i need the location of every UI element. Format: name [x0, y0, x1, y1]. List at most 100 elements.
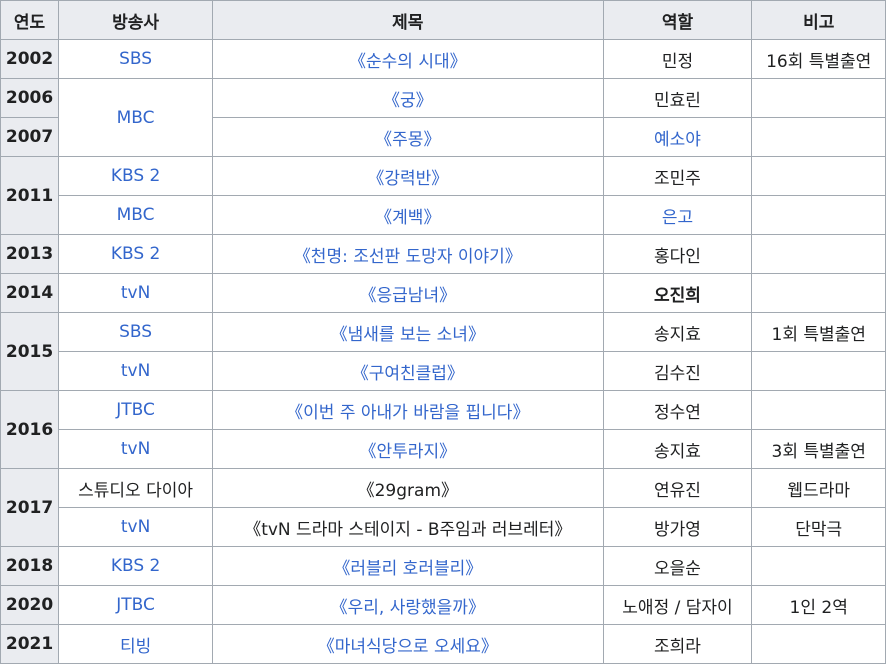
- note-cell: 3회 특별출연: [751, 429, 886, 469]
- title-link[interactable]: 《계백》: [375, 208, 440, 228]
- title-link[interactable]: 《러블리 호러블리》: [333, 559, 482, 579]
- title-link[interactable]: 《강력반》: [367, 169, 448, 189]
- title-cell: 《마녀식당으로 오세요》: [212, 624, 604, 664]
- title-link[interactable]: 《마녀식당으로 오세요》: [318, 637, 498, 657]
- table-row: 2006 MBC 《궁》 민효린: [0, 78, 886, 157]
- role-cell: 조희라: [602, 624, 753, 664]
- note-cell: [751, 234, 886, 274]
- title-cell: 《러블리 호러블리》: [212, 546, 604, 586]
- broadcaster-link[interactable]: KBS 2: [111, 166, 161, 186]
- table-row: 2013 KBS 2 《천명: 조선판 도망자 이야기》 홍다인: [0, 234, 886, 274]
- year-cell: 2014: [0, 273, 60, 313]
- note-cell: 웹드라마: [751, 468, 886, 508]
- broadcaster-link[interactable]: MBC: [117, 108, 155, 128]
- table-row: tvN 《tvN 드라마 스테이지 - B주임과 러브레터》 방가영 단막극: [1, 507, 886, 547]
- title-cell: 《냄새를 보는 소녀》: [212, 312, 604, 352]
- note-cell: [751, 351, 886, 391]
- title-link[interactable]: 《구여친클럽》: [352, 364, 464, 384]
- table-row: tvN 《구여친클럽》 김수진: [1, 351, 886, 391]
- broadcaster-link[interactable]: SBS: [119, 322, 152, 342]
- title-link[interactable]: 《순수의 시대》: [349, 52, 467, 72]
- title-link[interactable]: 《냄새를 보는 소녀》: [331, 325, 485, 345]
- note-cell: 16회 특별출연: [751, 39, 886, 79]
- note-cell: [751, 78, 886, 118]
- title-cell: 《천명: 조선판 도망자 이야기》: [212, 234, 604, 274]
- broadcaster-cell: JTBC: [58, 585, 214, 625]
- broadcaster-cell: 스튜디오 다이아: [58, 468, 214, 508]
- role-cell: 송지효: [602, 429, 753, 469]
- table-row: MBC 《계백》 은고: [1, 195, 886, 235]
- year-cell: 2011: [0, 156, 60, 235]
- year-cell: 2016: [0, 390, 60, 469]
- table-row: 2002 SBS 《순수의 시대》 민정 16회 특별출연: [0, 39, 886, 79]
- broadcaster-link[interactable]: 티빙: [120, 637, 151, 657]
- note-cell: 단막극: [751, 507, 886, 547]
- table-row: 2021 티빙 《마녀식당으로 오세요》 조희라: [0, 624, 886, 664]
- note-cell: [751, 624, 886, 664]
- title-cell: 《우리, 사랑했을까》: [212, 585, 604, 625]
- broadcaster-cell: tvN: [58, 507, 214, 547]
- broadcaster-link[interactable]: KBS 2: [111, 244, 161, 264]
- title-link[interactable]: 《응급남녀》: [360, 286, 457, 306]
- broadcaster-cell: MBC: [58, 195, 214, 235]
- table-row: 2011 KBS 2 《강력반》 조민주: [0, 156, 886, 235]
- title-cell: 《29gram》: [212, 468, 604, 508]
- role-link[interactable]: 예소야: [654, 130, 701, 150]
- title-link[interactable]: 《궁》: [383, 91, 433, 111]
- table-row: 2015 SBS 《냄새를 보는 소녀》 송지효 1회 특별출연: [0, 312, 886, 391]
- note-cell: [751, 546, 886, 586]
- role-cell: 노애정 / 담자이: [602, 585, 753, 625]
- broadcaster-link[interactable]: tvN: [121, 361, 150, 381]
- title-link[interactable]: 《안투라지》: [360, 442, 457, 462]
- broadcaster-link[interactable]: tvN: [121, 517, 150, 537]
- role-cell: 송지효: [602, 312, 753, 352]
- broadcaster-link[interactable]: tvN: [121, 439, 150, 459]
- broadcaster-link[interactable]: SBS: [119, 49, 152, 69]
- role-cell: 민정: [602, 39, 753, 79]
- title-cell: 《안투라지》: [212, 429, 604, 469]
- title-cell: 《계백》: [212, 195, 604, 235]
- title-cell: 《주몽》: [212, 117, 604, 157]
- table-row: 2020 JTBC 《우리, 사랑했을까》 노애정 / 담자이 1인 2역: [0, 585, 886, 625]
- year-cell: 2020: [0, 585, 60, 625]
- role-link[interactable]: 은고: [662, 208, 693, 228]
- broadcaster-link[interactable]: KBS 2: [111, 556, 161, 576]
- filmography-table: 연도 방송사 제목 역할 비고 2002 SBS 《순수의 시대》 민정 16회…: [0, 0, 886, 664]
- role-cell: 오을순: [602, 546, 753, 586]
- header-year: 연도: [0, 0, 60, 40]
- title-cell: 《강력반》: [212, 156, 604, 196]
- broadcaster-cell: tvN: [58, 273, 214, 313]
- note-cell: [751, 117, 886, 157]
- note-cell: [751, 390, 886, 430]
- note-cell: [751, 156, 886, 196]
- role-cell: 예소야: [602, 117, 753, 157]
- broadcaster-link[interactable]: JTBC: [116, 400, 155, 420]
- broadcaster-link[interactable]: tvN: [121, 283, 150, 303]
- broadcaster-link[interactable]: JTBC: [116, 595, 155, 615]
- broadcaster-cell: KBS 2: [58, 546, 214, 586]
- note-cell: 1인 2역: [751, 585, 886, 625]
- header-role: 역할: [602, 0, 753, 40]
- year-cell: 2006: [0, 78, 60, 118]
- title-link[interactable]: 《천명: 조선판 도망자 이야기》: [294, 247, 522, 267]
- role-cell: 연유진: [602, 468, 753, 508]
- title-link[interactable]: 《우리, 사랑했을까》: [331, 598, 485, 618]
- title-cell: 《이번 주 아내가 바람을 핍니다》: [212, 390, 604, 430]
- table-row: tvN 《안투라지》 송지효 3회 특별출연: [1, 429, 886, 469]
- role-cell: 민효린: [602, 78, 753, 118]
- broadcaster-link[interactable]: MBC: [117, 205, 155, 225]
- broadcaster-cell: SBS: [58, 312, 214, 352]
- broadcaster-cell: MBC: [58, 78, 214, 157]
- header-title: 제목: [212, 0, 604, 40]
- role-cell: 정수연: [602, 390, 753, 430]
- role-cell: 방가영: [602, 507, 753, 547]
- title-link[interactable]: 《주몽》: [375, 130, 440, 150]
- title-cell: 《tvN 드라마 스테이지 - B주임과 러브레터》: [212, 507, 604, 547]
- role-cell: 조민주: [602, 156, 753, 196]
- header-note: 비고: [751, 0, 886, 40]
- year-cell: 2018: [0, 546, 60, 586]
- broadcaster-cell: tvN: [58, 351, 214, 391]
- title-cell: 《응급남녀》: [212, 273, 604, 313]
- title-link[interactable]: 《이번 주 아내가 바람을 핍니다》: [286, 403, 529, 423]
- table-row: 2014 tvN 《응급남녀》 오진희: [0, 273, 886, 313]
